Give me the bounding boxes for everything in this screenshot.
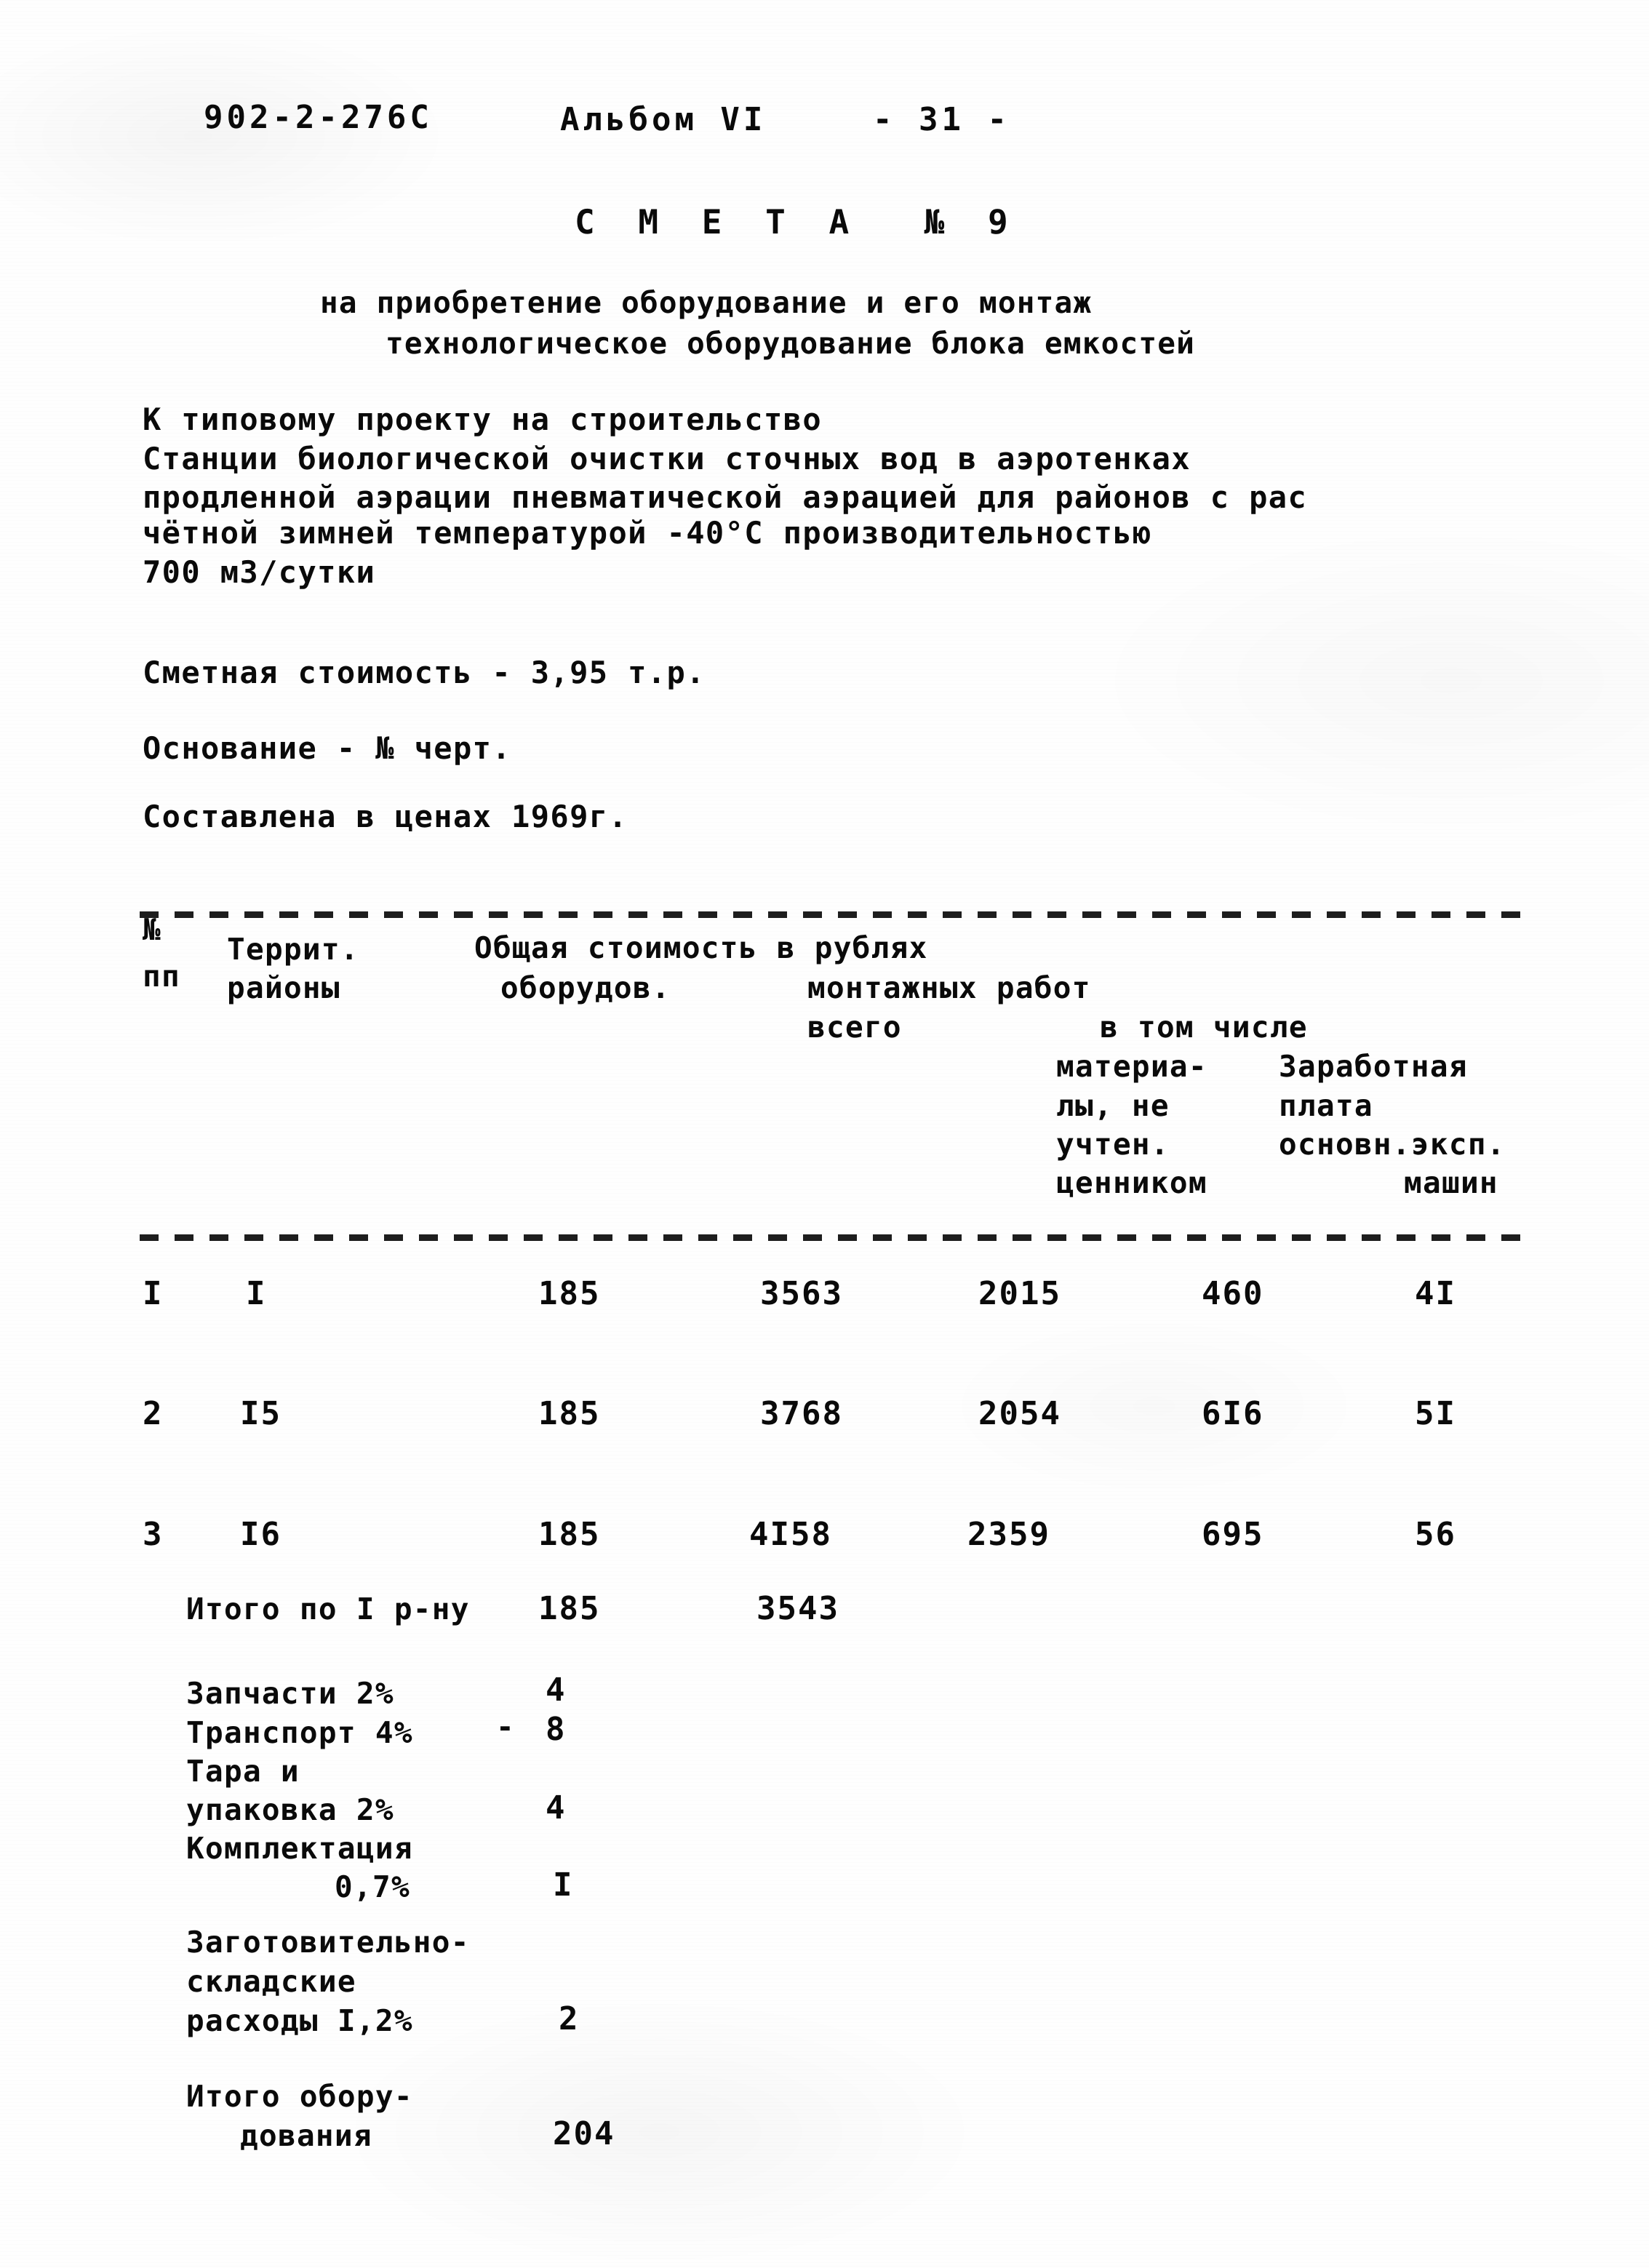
- addition-label-line2: упаковка 2%: [186, 1792, 394, 1827]
- table-header-rule: [140, 1234, 1522, 1241]
- col-header-materials-line1: материа-: [1056, 1049, 1207, 1084]
- col-header-wages-line4: машин: [1404, 1165, 1498, 1200]
- cell-materials: 2054: [978, 1395, 1061, 1432]
- col-header-materials-line2: лы, не: [1056, 1088, 1170, 1123]
- col-header-num-line1: №: [143, 912, 161, 947]
- addition-label-line1: Тара и: [186, 1754, 300, 1789]
- col-header-group-title: Общая стоимость в рублях: [474, 930, 928, 965]
- procurement-value: 2: [559, 2000, 580, 2037]
- table-top-rule: [140, 911, 1522, 918]
- series-code: 902-2-276С: [204, 99, 433, 136]
- cell-machines: 5I: [1415, 1395, 1456, 1432]
- preamble-line-3: продленной аэрации пневматической аэраци…: [143, 479, 1308, 515]
- addition-value: 4: [546, 1789, 567, 1826]
- preamble-line-2: Станции биологической очистки сточных во…: [143, 441, 1191, 476]
- addition-value: 4: [546, 1672, 567, 1709]
- preamble-line-4: чётной зимней температурой -40°С произво…: [143, 515, 1152, 551]
- cell-region: I: [246, 1275, 267, 1312]
- cell-wages: 6I6: [1202, 1395, 1264, 1432]
- col-header-region-line2: районы: [227, 970, 340, 1005]
- cell-num: 3: [143, 1516, 164, 1553]
- cell-machines: 4I: [1415, 1275, 1456, 1312]
- addition-dash: -: [496, 1709, 515, 1744]
- col-header-wages-line1: Заработная: [1279, 1049, 1468, 1084]
- procurement-line-3: расходы I,2%: [186, 2003, 413, 2038]
- addition-label-line1: Комплектация: [186, 1831, 413, 1866]
- col-header-materials-line4: ценником: [1056, 1165, 1207, 1200]
- cell-num: 2: [143, 1395, 164, 1432]
- col-header-among-which: в том числе: [1100, 1010, 1308, 1045]
- col-header-num-line2: пп: [143, 959, 180, 994]
- cell-wages: 695: [1202, 1516, 1264, 1553]
- addition-value: 8: [546, 1711, 567, 1748]
- col-header-install-works: монтажных работ: [807, 970, 1091, 1005]
- subtitle-line-1: на приобретение оборудование и его монта…: [320, 285, 1093, 320]
- estimate-cost: Сметная стоимость - 3,95 т.р.: [143, 655, 706, 690]
- subtotal-total: 3543: [756, 1590, 839, 1627]
- col-header-wages-line2: плата: [1279, 1088, 1373, 1123]
- cell-materials: 2015: [978, 1275, 1061, 1312]
- document-page: 902-2-276С Альбом VI - 31 - С М Е Т А № …: [0, 0, 1649, 2268]
- subtitle-line-2: технологическое оборудование блока емкос…: [386, 326, 1196, 361]
- cell-equipment: 185: [538, 1516, 601, 1553]
- preamble-line-1: К типовому проекту на строительство: [143, 402, 823, 437]
- cell-total: 3563: [760, 1275, 843, 1312]
- col-header-materials-line3: учтен.: [1056, 1127, 1170, 1162]
- cell-wages: 460: [1202, 1275, 1264, 1312]
- album-label: Альбом VI: [560, 101, 767, 138]
- addition-value: I: [553, 1866, 574, 1904]
- procurement-line-1: Заготовительно-: [186, 1925, 470, 1960]
- addition-label-line2: 0,7%: [335, 1869, 410, 1904]
- prices-year: Составлена в ценах 1969г.: [143, 799, 628, 834]
- procurement-line-2: складские: [186, 1964, 356, 1999]
- equipment-total-line-2: дования: [240, 2118, 372, 2153]
- cell-equipment: 185: [538, 1395, 601, 1432]
- subtotal-equipment: 185: [538, 1590, 601, 1627]
- col-header-total: всего: [807, 1010, 902, 1045]
- equipment-total-line-1: Итого обору-: [186, 2079, 413, 2114]
- cell-region: I6: [240, 1516, 282, 1553]
- addition-label: Транспорт 4%: [186, 1715, 413, 1750]
- cell-num: I: [143, 1275, 164, 1312]
- subtotal-label: Итого по I р-ну: [186, 1592, 470, 1626]
- page-title: С М Е Т А № 9: [575, 202, 1020, 241]
- cell-region: I5: [240, 1395, 282, 1432]
- preamble-line-5: 700 м3/сутки: [143, 554, 376, 590]
- cell-materials: 2359: [967, 1516, 1050, 1553]
- cell-machines: 56: [1415, 1516, 1456, 1553]
- page-marker: - 31 -: [873, 101, 1010, 138]
- cell-total: 3768: [760, 1395, 843, 1432]
- equipment-total-value: 204: [553, 2115, 615, 2152]
- cell-equipment: 185: [538, 1275, 601, 1312]
- col-header-region-line1: Террит.: [227, 932, 359, 967]
- col-header-wages-line3: основн.эксп.: [1279, 1127, 1506, 1162]
- addition-label: Запчасти 2%: [186, 1676, 394, 1711]
- cell-total: 4I58: [749, 1516, 832, 1553]
- basis-line: Основание - № черт.: [143, 730, 512, 766]
- col-header-equipment: оборудов.: [500, 970, 671, 1005]
